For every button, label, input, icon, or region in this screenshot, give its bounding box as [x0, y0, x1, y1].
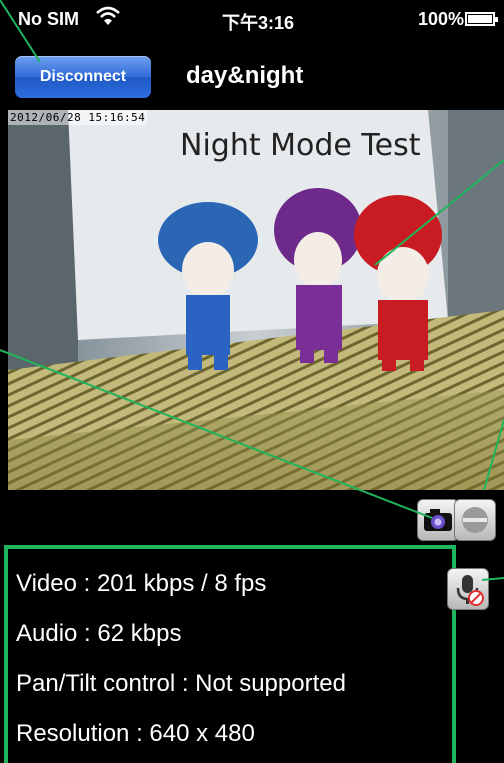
- status-bar: No SIM 下午3:16 100%: [0, 0, 504, 40]
- battery-percentage: 100%: [418, 9, 465, 29]
- resolution: Resolution : 640 x 480: [16, 720, 255, 747]
- video-bitrate: Video : 201 kbps / 8 fps: [16, 570, 267, 597]
- toggle-circle-icon: [462, 507, 488, 533]
- audio-bitrate: Audio : 62 kbps: [16, 620, 182, 647]
- disconnect-button[interactable]: Disconnect: [15, 56, 151, 98]
- wifi-icon: [95, 5, 121, 32]
- microphone-muted-icon: [456, 575, 484, 606]
- audio-button[interactable]: [447, 568, 489, 610]
- pan-tilt-status: Pan/Tilt control : Not supported: [16, 670, 346, 697]
- navigation-bar: Disconnect day&night: [0, 40, 504, 110]
- video-frame-illustration: [8, 110, 504, 490]
- battery-icon: [465, 12, 498, 26]
- snapshot-button[interactable]: [417, 499, 459, 541]
- camera-title: day&night: [186, 62, 304, 89]
- app-screen: No SIM 下午3:16 100% Disconnect day&night: [0, 0, 504, 763]
- video-feed[interactable]: 2012/06/28 15:16:54 Night Mode Test: [8, 110, 504, 490]
- clock: 下午3:16: [222, 13, 295, 33]
- video-timestamp: 2012/06/28 15:16:54: [8, 110, 148, 125]
- camera-icon: [424, 509, 452, 531]
- video-sign-text: Night Mode Test: [180, 128, 421, 163]
- carrier-label: No SIM: [18, 9, 79, 29]
- night-mode-button[interactable]: [454, 499, 496, 541]
- battery-fill: [468, 15, 492, 23]
- stream-info-panel: Video : 201 kbps / 8 fps Audio : 62 kbps…: [4, 545, 456, 763]
- camera-controls: [0, 490, 504, 541]
